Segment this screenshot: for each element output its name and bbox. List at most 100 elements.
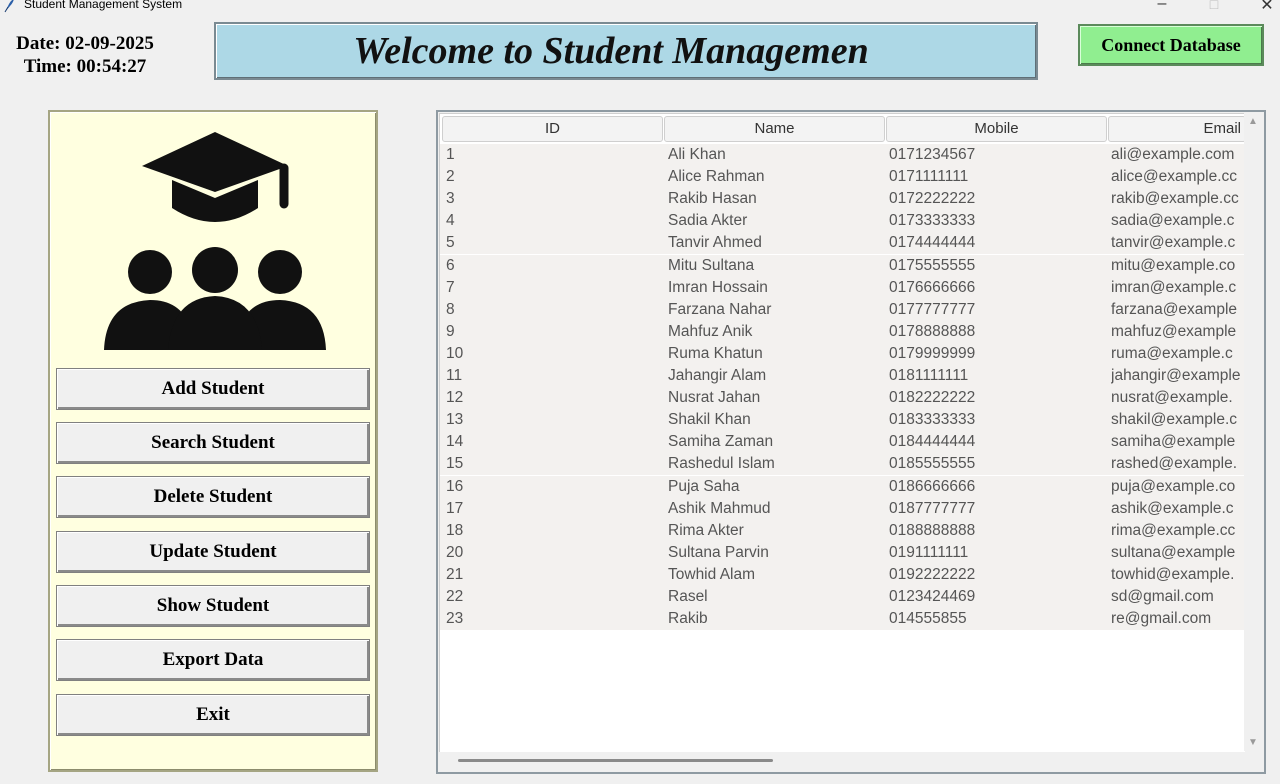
table-row[interactable]: 9 Mahfuz Anik 0178888888 mahfuz@example bbox=[440, 320, 1245, 343]
exit-button[interactable]: Exit bbox=[56, 694, 370, 736]
table-row[interactable]: 4 Sadia Akter 0173333333 sadia@example.c bbox=[440, 210, 1245, 233]
vertical-scrollbar[interactable]: ▲ ▼ bbox=[1244, 113, 1262, 751]
welcome-text: Welcome to Student Managemen bbox=[353, 30, 869, 72]
cell-mobile: 0184444444 bbox=[889, 433, 976, 451]
table-row[interactable]: 18 Rima Akter 0188888888 rima@example.cc bbox=[440, 519, 1245, 542]
export-data-button[interactable]: Export Data bbox=[56, 639, 370, 681]
cell-name: Rasel bbox=[668, 588, 708, 605]
table-row[interactable]: 1 Ali Khan 0171234567 ali@example.com bbox=[440, 144, 1245, 166]
cell-mobile: 0171234567 bbox=[889, 146, 976, 163]
table-row[interactable]: 14 Samiha Zaman 0184444444 samiha@example bbox=[440, 431, 1245, 454]
cell-id: 4 bbox=[446, 212, 455, 230]
cell-mobile: 0171111111 bbox=[889, 168, 969, 186]
feather-icon bbox=[4, 0, 14, 13]
cell-id: 11 bbox=[446, 367, 463, 384]
cell-id: 18 bbox=[446, 521, 464, 539]
table-row[interactable]: 16 Puja Saha 0186666666 puja@example.co bbox=[440, 475, 1245, 498]
cell-email: sultana@example bbox=[1111, 543, 1236, 561]
cell-mobile: 0179999999 bbox=[889, 344, 976, 362]
scroll-down-icon[interactable]: ▼ bbox=[1248, 737, 1258, 748]
scroll-up-icon[interactable]: ▲ bbox=[1248, 116, 1258, 127]
cell-name: Nusrat Jahan bbox=[668, 389, 761, 407]
student-table[interactable]: ID Name Mobile Email 1 Ali Khan 0171234567… bbox=[439, 113, 1245, 752]
cell-name: Puja Saha bbox=[668, 477, 740, 495]
cell-mobile: 0186666666 bbox=[889, 477, 976, 495]
cell-name: Ruma Khatun bbox=[668, 344, 763, 362]
cell-email: re@gmail.com bbox=[1111, 610, 1212, 628]
table-row[interactable]: 13 Shakil Khan 0183333333 shakil@example.c bbox=[440, 409, 1245, 432]
search-student-button[interactable]: Search Student bbox=[56, 422, 370, 464]
close-button[interactable]: ✕ bbox=[1247, 0, 1280, 15]
cell-id: 16 bbox=[446, 477, 464, 495]
cell-name: Ashik Mahmud bbox=[668, 499, 771, 517]
cell-name: Rashedul Islam bbox=[668, 455, 775, 473]
table-row[interactable]: 2 Alice Rahman 0171111111 alice@example.cc bbox=[440, 166, 1245, 189]
connect-database-button[interactable]: Connect Database bbox=[1078, 24, 1264, 66]
column-header-email[interactable]: Email bbox=[1108, 116, 1245, 142]
cell-email: sd@gmail.com bbox=[1111, 588, 1214, 605]
minimize-button[interactable]: – bbox=[1142, 0, 1182, 13]
cell-id: 7 bbox=[446, 278, 455, 296]
cell-id: 1 bbox=[446, 146, 455, 163]
window-title: Student Management System bbox=[24, 0, 183, 11]
table-row[interactable]: 22 Rasel 0123424469 sd@gmail.com bbox=[440, 586, 1245, 608]
cell-name: Mitu Sultana bbox=[668, 256, 755, 274]
cell-name: Sultana Parvin bbox=[668, 543, 769, 561]
table-row[interactable]: 23 Rakib 014555855 re@gmail.com bbox=[440, 608, 1245, 631]
table-row[interactable]: 12 Nusrat Jahan 0182222222 nusrat@example. bbox=[440, 387, 1245, 410]
horizontal-scroll-thumb[interactable] bbox=[458, 759, 773, 762]
update-student-button[interactable]: Update Student bbox=[56, 531, 370, 573]
welcome-banner: Welcome to Student Managemen bbox=[214, 22, 1038, 80]
sidebar-panel: Add Student Search Student Delete Studen… bbox=[48, 110, 378, 772]
delete-student-button[interactable]: Delete Student bbox=[56, 476, 370, 518]
table-row[interactable]: 17 Ashik Mahmud 0187777777 ashik@example.c bbox=[440, 497, 1245, 520]
cell-id: 2 bbox=[446, 168, 455, 186]
cell-email: ashik@example.c bbox=[1111, 499, 1234, 517]
cell-id: 6 bbox=[446, 256, 455, 274]
cell-email: rashed@example. bbox=[1111, 455, 1238, 473]
cell-id: 17 bbox=[446, 499, 464, 517]
title-bar: Student Management System – □ ✕ bbox=[0, 0, 1280, 14]
cell-id: 3 bbox=[446, 190, 455, 208]
table-row[interactable]: 6 Mitu Sultana 0175555555 mitu@example.co bbox=[440, 254, 1245, 277]
table-row[interactable]: 10 Ruma Khatun 0179999999 ruma@example.c bbox=[440, 342, 1245, 365]
cell-id: 12 bbox=[446, 389, 464, 407]
table-row[interactable]: 7 Imran Hossain 0176666666 imran@example.c bbox=[440, 276, 1245, 299]
time-label: Time: 00:54:27 bbox=[23, 56, 147, 77]
cell-id: 9 bbox=[446, 322, 455, 340]
show-student-button[interactable]: Show Student bbox=[56, 585, 370, 627]
add-student-button[interactable]: Add Student bbox=[56, 368, 370, 410]
table-row[interactable]: 20 Sultana Parvin 0191111111 sultana@exampl… bbox=[440, 541, 1245, 564]
maximize-button[interactable]: □ bbox=[1194, 0, 1234, 12]
cell-id: 13 bbox=[446, 411, 464, 429]
table-row[interactable]: 21 Towhid Alam 0192222222 towhid@example. bbox=[440, 563, 1245, 586]
cell-email: rima@example.cc bbox=[1111, 521, 1236, 539]
column-header-name[interactable]: Name bbox=[664, 116, 885, 142]
cell-email: towhid@example. bbox=[1111, 565, 1235, 583]
cell-email: shakil@example.c bbox=[1111, 411, 1238, 429]
cell-email: puja@example.co bbox=[1111, 477, 1236, 495]
cell-name: Rima Akter bbox=[668, 521, 744, 539]
cell-email: samiha@example bbox=[1111, 433, 1236, 451]
cell-name: Rakib Hasan bbox=[668, 190, 757, 208]
cell-name: Shakil Khan bbox=[668, 411, 751, 429]
table-row[interactable]: 8 Farzana Nahar 0177777777 farzana@example bbox=[440, 298, 1245, 321]
table-row[interactable]: 3 Rakib Hasan 0172222222 rakib@example.cc bbox=[440, 188, 1245, 211]
datetime-display: Date: 02-09-2025 Time: 00:54:27 bbox=[0, 32, 170, 78]
cell-mobile: 0178888888 bbox=[889, 322, 976, 340]
table-row[interactable]: 15 Rashedul Islam 0185555555 rashed@example… bbox=[440, 453, 1245, 476]
cell-mobile: 0177777777 bbox=[889, 300, 976, 318]
cell-id: 8 bbox=[446, 300, 455, 318]
table-row[interactable]: 11 Jahangir Alam 0181111111 jahangir@exampl… bbox=[440, 365, 1245, 387]
horizontal-scrollbar[interactable] bbox=[439, 752, 1244, 770]
column-header-mobile[interactable]: Mobile bbox=[886, 116, 1107, 142]
cell-mobile: 0175555555 bbox=[889, 256, 976, 274]
cell-id: 20 bbox=[446, 543, 464, 561]
column-header-id[interactable]: ID bbox=[442, 116, 663, 142]
cell-mobile: 0182222222 bbox=[889, 389, 976, 407]
table-row[interactable]: 5 Tanvir Ahmed 0174444444 tanvir@example.c bbox=[440, 232, 1245, 255]
cell-email: farzana@example bbox=[1111, 300, 1238, 318]
cell-id: 14 bbox=[446, 433, 464, 451]
date-label: Date: 02-09-2025 bbox=[16, 33, 154, 54]
graduation-students-icon bbox=[104, 132, 326, 350]
